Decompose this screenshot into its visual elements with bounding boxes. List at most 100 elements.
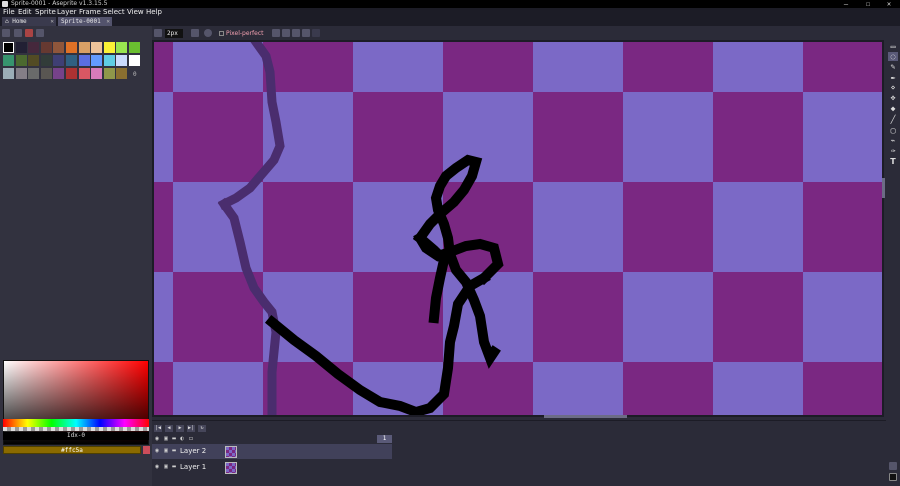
palette-swatch[interactable] (28, 68, 40, 79)
eyedropper-tool-icon[interactable]: ✒ (888, 73, 898, 82)
padlock-icon[interactable]: ▣ (163, 464, 169, 470)
palette-swatch[interactable] (28, 42, 40, 53)
onion-skin-icon[interactable]: ◐ (179, 436, 185, 442)
continuous-icon[interactable]: ▬ (171, 464, 177, 470)
palette-swatch[interactable] (129, 55, 140, 66)
menu-frame[interactable]: Frame (79, 8, 101, 17)
palette-sort-icon[interactable] (25, 29, 33, 37)
palette-swatch[interactable] (40, 55, 52, 66)
palette-swatch[interactable] (78, 68, 90, 79)
palette-swatch[interactable] (3, 42, 14, 53)
opacity-icon[interactable] (204, 29, 212, 37)
palette-swatch[interactable] (3, 68, 14, 79)
tab-home[interactable]: ⌂ Home ✕ (2, 17, 56, 26)
line-tool-icon[interactable]: ╱ (888, 115, 898, 124)
pixel-perfect-checkbox[interactable] (219, 31, 224, 36)
move-tool-icon[interactable]: ✥ (888, 93, 898, 102)
play-button[interactable]: ▶ (176, 425, 184, 432)
eye-icon[interactable]: ◉ (154, 448, 160, 454)
maximize-button[interactable]: ☐ (858, 0, 878, 8)
vertical-scrollbar[interactable] (882, 178, 885, 198)
palette-swatch[interactable] (28, 55, 40, 66)
tab-sprite[interactable]: Sprite-0001 ✕ (58, 17, 112, 26)
palette-swatch[interactable] (78, 42, 90, 53)
horizontal-scrollbar[interactable] (544, 415, 627, 418)
rectangle-tool-icon[interactable]: ▢ (888, 126, 898, 135)
palette-swatch[interactable] (40, 42, 52, 53)
menu-select[interactable]: Select (103, 8, 125, 17)
hue-slider[interactable] (3, 419, 149, 427)
blur-tool-icon[interactable]: ✑ (888, 146, 898, 155)
palette-swatch[interactable] (91, 55, 103, 66)
paint-bucket-tool-icon[interactable]: ◆ (888, 104, 898, 113)
dynamics-icon[interactable] (272, 29, 280, 37)
palette-presets-icon[interactable] (36, 29, 44, 37)
stabilizer-icon[interactable] (292, 29, 300, 37)
palette-swatch[interactable] (66, 68, 77, 79)
palette-swatch[interactable] (53, 42, 65, 53)
palette-swatch[interactable] (66, 42, 77, 53)
brush-size-field[interactable]: 2px (165, 29, 183, 38)
timeline-panel: |◀ ◀ ▶ ▶| ↻ ◉ ▣ ▬ ◐ ◻ 1 ◉ ▣ ▬ Layer 2 ◉ … (152, 420, 886, 486)
cel-thumbnail[interactable] (225, 462, 237, 474)
palette-swatch[interactable] (129, 42, 140, 53)
timeline-zoom-icon[interactable] (889, 462, 897, 470)
menu-layer[interactable]: Layer (57, 8, 77, 17)
palette-swatch[interactable] (91, 42, 103, 53)
brush-type-icon[interactable] (154, 29, 162, 37)
palette-swatch[interactable] (40, 68, 52, 79)
palette-swatch[interactable] (15, 68, 27, 79)
continuous-icon[interactable]: ▬ (171, 448, 177, 454)
palette-swatch[interactable] (103, 42, 115, 53)
previous-frame-button[interactable]: ◀ (165, 425, 173, 432)
palette-swatch[interactable] (53, 55, 65, 66)
ink-icon[interactable] (191, 29, 199, 37)
first-frame-button[interactable]: |◀ (154, 425, 162, 432)
symmetry-icon[interactable] (282, 29, 290, 37)
eraser-tool-icon[interactable]: ⌁ (888, 136, 898, 145)
tab-sprite-close-icon[interactable]: ✕ (106, 17, 110, 26)
layer-row-layer-1[interactable]: ◉ ▣ ▬ Layer 1 (152, 460, 392, 475)
more-options-icon[interactable] (312, 29, 320, 37)
cel-thumbnail[interactable] (225, 446, 237, 458)
menu-sprite[interactable]: Sprite (35, 8, 56, 17)
palette-options-icon[interactable] (2, 29, 10, 37)
palette-swatch[interactable] (116, 55, 128, 66)
menu-file[interactable]: File (3, 8, 15, 17)
lasso-tool-icon[interactable]: ◌ (888, 52, 898, 61)
padlock-icon[interactable]: ▣ (163, 448, 169, 454)
palette-swatch[interactable] (53, 68, 65, 79)
alpha-slider[interactable] (3, 427, 149, 431)
palette-swatch[interactable] (15, 55, 27, 66)
background-color-button[interactable] (143, 446, 150, 454)
palette-swatch[interactable] (15, 42, 27, 53)
palette-swatch[interactable] (66, 55, 77, 66)
palette-swatch[interactable] (116, 68, 128, 79)
palette-swatch[interactable] (3, 55, 14, 66)
palette-edit-icon[interactable] (14, 29, 22, 37)
close-window-button[interactable]: ✕ (879, 0, 899, 8)
frame-number-header[interactable]: 1 (377, 435, 392, 443)
palette-swatch[interactable] (103, 68, 115, 79)
menu-help[interactable]: Help (146, 8, 162, 17)
last-frame-button[interactable]: ↻ (198, 425, 206, 432)
timeline-config-icon[interactable] (889, 473, 897, 481)
palette-swatch[interactable] (91, 68, 103, 79)
palette-swatch[interactable] (116, 42, 128, 53)
zoom-tool-icon[interactable]: ⋄ (888, 83, 898, 92)
rectangular-marquee-tool-icon[interactable]: ▭ (888, 42, 898, 51)
freehand-mode-icon[interactable] (302, 29, 310, 37)
text-tool-icon[interactable]: T (888, 157, 898, 166)
layer-header-icon: ◻ (189, 435, 193, 442)
layer-row-layer-2[interactable]: ◉ ▣ ▬ Layer 2 (152, 444, 392, 459)
palette-swatch[interactable] (103, 55, 115, 66)
tab-home-close-icon[interactable]: ✕ (50, 17, 54, 26)
menu-view[interactable]: View (127, 8, 144, 17)
foreground-color-button[interactable]: #ffc5a (3, 446, 141, 454)
menu-edit[interactable]: Edit (18, 8, 32, 17)
eye-icon[interactable]: ◉ (154, 464, 160, 470)
pencil-tool-icon[interactable]: ✎ (888, 62, 898, 71)
minimize-button[interactable]: – (836, 0, 856, 8)
next-frame-button[interactable]: ▶| (187, 425, 195, 432)
palette-swatch[interactable] (78, 55, 90, 66)
